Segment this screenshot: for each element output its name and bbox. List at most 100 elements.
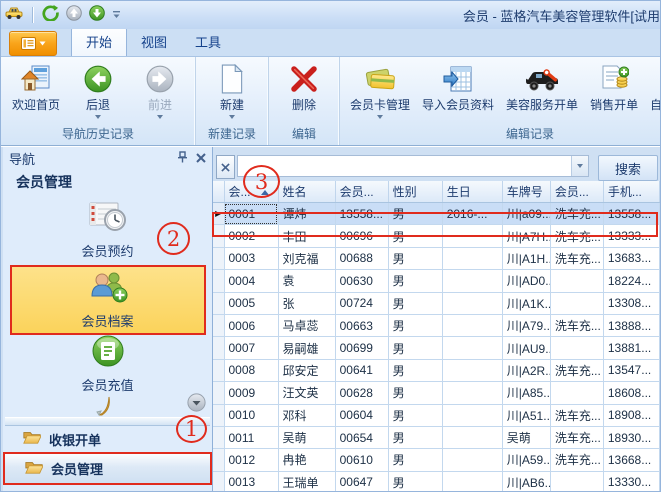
recharge-icon	[91, 334, 125, 371]
sidebar-item-member-files[interactable]: 会员档案	[10, 265, 206, 335]
column-header[interactable]: 会员...	[550, 181, 603, 203]
ribbon-group-new-record: 新建 新建记录	[195, 57, 268, 145]
table-row[interactable]: 0013王瑞单00647男川|AB6...13330...	[213, 471, 660, 492]
member-card-mgmt-button[interactable]: 会员卡管理	[344, 59, 416, 119]
toolbar-separator	[32, 7, 33, 23]
column-header[interactable]: 性别	[388, 181, 442, 203]
table-row[interactable]: 0002丰田00696男川|A7H...洗车充...13333...	[213, 225, 660, 247]
tab-view[interactable]: 视图	[127, 28, 181, 56]
tab-start[interactable]: 开始	[71, 27, 127, 56]
down-circle-icon[interactable]	[89, 5, 105, 26]
chevron-down-icon[interactable]	[377, 115, 383, 119]
row-indicator[interactable]	[213, 426, 224, 448]
sidebar-item-appointment[interactable]: 会员预约	[3, 195, 212, 265]
ribbon-group-label: 新建记录	[200, 124, 264, 145]
table-row[interactable]: 0007易嗣雄00699男川|AU9...13881...	[213, 337, 660, 359]
table-header-row: 会...姓名会员...性别生日车牌号会员...手机...	[213, 181, 660, 203]
row-indicator[interactable]	[213, 359, 224, 381]
member-files-icon	[87, 270, 129, 307]
app-menu-icon	[21, 37, 36, 50]
import-members-button[interactable]: 导入会员资料	[416, 59, 500, 112]
welcome-home-button[interactable]: 欢迎首页	[5, 59, 67, 112]
forward-icon	[146, 62, 174, 96]
app-window: 会员 - 蓝格汽车美容管理软件[试用 开始 视图 工具 欢迎首页 后退	[0, 0, 661, 492]
app-taxi-icon[interactable]	[5, 6, 23, 25]
import-icon	[443, 62, 473, 96]
new-button[interactable]: 新建	[201, 59, 263, 119]
chevron-down-icon[interactable]	[95, 115, 101, 119]
row-indicator[interactable]	[213, 314, 224, 336]
member-list-panel: 搜索 会...姓名会员...性别生日车牌号会员...手机... ▶ 0001谭炜…	[213, 147, 660, 492]
ribbon-group-label: 编辑	[284, 124, 324, 145]
table-row[interactable]: 0003刘克福00688男川|A1H...洗车充...13683...	[213, 247, 660, 269]
custom-reminder-button[interactable]: 自定义提醒	[644, 59, 661, 112]
sidebar-item-label: 收银开单	[49, 430, 101, 449]
sales-billing-button[interactable]: 销售开单	[584, 59, 644, 112]
row-indicator[interactable]	[213, 225, 224, 247]
column-header[interactable]: 会...	[224, 181, 278, 203]
table-row[interactable]: 0005张00724男川|A1K...13308...	[213, 292, 660, 314]
table-row[interactable]: 0006马卓蕊00663男川|A79...洗车充...13888...	[213, 314, 660, 336]
partial-item-icon	[96, 395, 118, 420]
table-row[interactable]: 0009汪文英00628男川|A85...18608...	[213, 382, 660, 404]
toolbar-overflow-icon[interactable]	[112, 6, 121, 24]
sales-invoice-icon	[599, 62, 629, 96]
column-header[interactable]: 车牌号	[502, 181, 550, 203]
window-title: 会员 - 蓝格汽车美容管理软件[试用	[463, 6, 660, 25]
search-input-wrap	[237, 155, 589, 177]
chevron-down-icon[interactable]	[229, 115, 235, 119]
row-indicator[interactable]	[213, 471, 224, 492]
app-menu-button[interactable]	[9, 31, 57, 56]
member-table: 会...姓名会员...性别生日车牌号会员...手机... ▶ 0001谭炜135…	[213, 181, 660, 492]
search-button[interactable]: 搜索	[598, 155, 658, 181]
delete-button[interactable]: 删除	[273, 59, 335, 112]
row-indicator[interactable]	[213, 247, 224, 269]
member-cards-icon	[363, 62, 397, 96]
column-header[interactable]: 会员...	[335, 181, 388, 203]
column-header[interactable]: 手机...	[603, 181, 659, 203]
beauty-service-billing-button[interactable]: 美容服务开单	[500, 59, 584, 112]
column-header[interactable]: 姓名	[278, 181, 335, 203]
row-indicator[interactable]	[213, 270, 224, 292]
sidebar-item-member-mgmt[interactable]: 会员管理	[3, 452, 212, 485]
sidebar-section-title: 会员管理	[3, 169, 212, 195]
row-indicator[interactable]	[213, 449, 224, 471]
table-row[interactable]: 0012冉艳00610男川|A59...洗车充...13668...	[213, 449, 660, 471]
search-dropdown-button[interactable]	[571, 156, 588, 176]
chevron-down-icon	[577, 164, 583, 168]
row-indicator[interactable]	[213, 404, 224, 426]
row-indicator[interactable]	[213, 382, 224, 404]
column-header[interactable]: 生日	[442, 181, 502, 203]
clear-search-button[interactable]	[216, 155, 235, 179]
table-row[interactable]: 0008邱安定00641男川|A2R...洗车充...13547...	[213, 359, 660, 381]
nav-panel-header: 导航	[3, 147, 212, 169]
close-icon[interactable]	[196, 151, 206, 166]
refresh-icon[interactable]	[42, 4, 59, 26]
appointment-icon	[88, 200, 128, 237]
chevron-down-icon[interactable]	[157, 115, 163, 119]
row-indicator[interactable]	[213, 337, 224, 359]
up-circle-icon[interactable]	[66, 5, 82, 26]
row-indicator[interactable]	[213, 292, 224, 314]
table-row[interactable]: 0011吴萌00654男吴萌洗车充...18930...	[213, 426, 660, 448]
collapse-chevron-icon[interactable]	[187, 393, 206, 415]
back-icon	[84, 62, 112, 96]
ribbon-tab-row: 开始 视图 工具	[1, 29, 660, 57]
tab-tools[interactable]: 工具	[181, 28, 235, 56]
forward-button[interactable]: 前进	[129, 59, 191, 119]
folder-icon	[25, 460, 43, 478]
back-button[interactable]: 后退	[67, 59, 129, 119]
sidebar-item-label: 会员管理	[51, 459, 103, 478]
table-row[interactable]: 0004袁00630男川|AD0...18224...	[213, 270, 660, 292]
search-input[interactable]	[238, 156, 571, 176]
table-row[interactable]: ▶ 0001谭炜13558...男2016-...川|a09...洗车充...1…	[213, 203, 660, 225]
navigation-sidebar: 导航 会员管理 会员预约 会员档案 会员充值	[3, 147, 213, 492]
table-row[interactable]: 0010邓科00604男川|A51...洗车充...18908...	[213, 404, 660, 426]
sidebar-item-recharge[interactable]: 会员充值	[3, 335, 212, 393]
sidebar-item-cashier-billing[interactable]: 收银开单	[3, 426, 212, 452]
row-indicator[interactable]: ▶	[213, 203, 224, 225]
content-area: 导航 会员管理 会员预约 会员档案 会员充值	[1, 146, 660, 492]
quick-access-toolbar	[5, 4, 121, 26]
pin-icon[interactable]	[177, 151, 188, 166]
member-table-body: ▶ 0001谭炜13558...男2016-...川|a09...洗车充...1…	[213, 203, 660, 492]
